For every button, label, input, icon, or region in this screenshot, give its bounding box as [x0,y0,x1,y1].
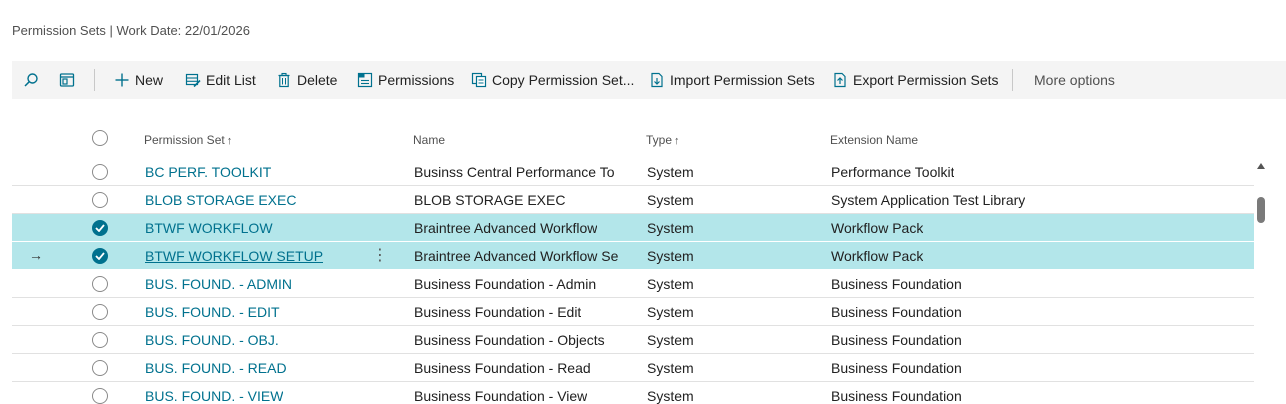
row-menu-icon[interactable]: ⋮ [372,245,388,265]
name-cell: Business Foundation - Admin [414,276,597,292]
type-cell: System [647,304,694,320]
column-header-extension-name[interactable]: Extension Name [830,133,918,147]
name-cell: Businss Central Performance To [414,164,615,180]
column-header-name[interactable]: Name [413,133,445,147]
row-select-checkbox[interactable] [92,304,108,320]
extension-name-cell: Business Foundation [831,360,962,376]
type-cell: System [647,248,694,264]
table-row[interactable]: BLOB STORAGE EXEC BLOB STORAGE EXEC System… [12,186,1254,214]
row-select-checkbox[interactable] [92,192,108,208]
extension-name-cell: Workflow Pack [831,248,924,264]
row-select-checkbox[interactable] [92,220,108,236]
name-cell: Business Foundation - View [414,388,588,404]
sort-ascending-icon: ↑ [226,135,233,147]
new-button[interactable]: New [114,61,163,99]
list-view-icon[interactable] [58,71,76,89]
type-cell: System [647,192,694,208]
row-select-checkbox[interactable] [92,332,108,348]
permissions-label: Permissions [378,72,455,88]
permission-set-cell[interactable]: BLOB STORAGE EXEC [145,192,296,208]
permissions-button[interactable]: Permissions [357,61,454,99]
edit-list-button[interactable]: Edit List [185,61,256,99]
import-icon [651,72,663,88]
extension-name-cell: Business Foundation [831,332,962,348]
extension-name-cell: Performance Toolkit [831,164,955,180]
permission-set-cell[interactable]: BUS. FOUND. - OBJ. [145,332,279,348]
import-permission-sets-button[interactable]: Import Permission Sets [649,61,815,99]
row-select-checkbox[interactable] [92,248,108,264]
scroll-up-arrow-icon[interactable] [1256,161,1266,171]
scrollbar-thumb[interactable] [1257,197,1265,223]
sort-ascending-icon: ↑ [674,135,680,147]
row-select-checkbox[interactable] [92,276,108,292]
name-cell: BLOB STORAGE EXEC [414,192,566,208]
grid-header: Permission Set ↑ Name Type ↑ Extension Nam… [12,124,1254,156]
extension-name-cell: Workflow Pack [831,220,924,236]
permission-set-cell[interactable]: BTWF WORKFLOW SETUP [145,248,323,264]
copy-permission-set-button[interactable]: Copy Permission Set... [471,61,634,99]
permission-set-cell[interactable]: BUS. FOUND. - EDIT [145,304,280,320]
row-select-checkbox[interactable] [92,164,108,180]
select-all-checkbox[interactable] [92,130,108,146]
more-options-button[interactable]: More options [1034,61,1115,99]
copy-icon [471,72,487,88]
table-row[interactable]: → BTWF WORKFLOW SETUP Braintree Advanced W… [12,242,1254,270]
table-row[interactable]: BUS. FOUND. - VIEW Business Foundation - … [12,382,1254,404]
table-row[interactable]: BUS. FOUND. - READ Business Foundation - … [12,354,1254,382]
copy-permission-set-label: Copy Permission Set... [492,72,635,88]
table-row[interactable]: BUS. FOUND. - OBJ. Business Foundation - … [12,326,1254,354]
export-icon [834,72,846,88]
edit-list-label: Edit List [206,72,256,88]
trash-icon [278,72,290,88]
delete-button[interactable]: Delete [276,61,337,99]
export-permission-sets-label: Export Permission Sets [853,72,999,88]
type-cell: System [647,360,694,376]
edit-list-icon [185,73,201,88]
table-row[interactable]: BC PERF. TOOLKIT Businss Central Performa… [12,158,1254,186]
extension-name-cell: Business Foundation [831,276,962,292]
name-cell: Braintree Advanced Workflow Se [414,248,619,264]
permission-set-cell[interactable]: BUS. FOUND. - ADMIN [145,276,292,292]
name-cell: Business Foundation - Read [414,360,591,376]
action-bar: New Edit List Delete Permissions Copy Pe… [12,61,1286,99]
type-cell: System [647,220,694,236]
extension-name-cell: Business Foundation [831,304,962,320]
import-permission-sets-label: Import Permission Sets [670,72,815,88]
permission-set-cell[interactable]: BUS. FOUND. - VIEW [145,388,283,404]
toolbar-separator [1012,69,1013,91]
search-icon[interactable] [22,71,40,89]
permission-set-cell[interactable]: BUS. FOUND. - READ [145,360,287,376]
row-select-checkbox[interactable] [92,388,108,404]
type-cell: System [647,164,694,180]
type-cell: System [647,332,694,348]
row-select-checkbox[interactable] [92,360,108,376]
plus-icon [115,73,129,87]
type-cell: System [647,276,694,292]
table-row[interactable]: BUS. FOUND. - EDIT Business Foundation - … [12,298,1254,326]
name-cell: Business Foundation - Objects [414,332,605,348]
name-cell: Braintree Advanced Workflow [414,220,598,236]
table-row[interactable]: BUS. FOUND. - ADMIN Business Foundation -… [12,270,1254,298]
table-row[interactable]: BTWF WORKFLOW Braintree Advanced Workflow… [12,214,1254,242]
extension-name-cell: System Application Test Library [831,192,1026,208]
permission-set-cell[interactable]: BC PERF. TOOLKIT [145,164,271,180]
extension-name-cell: Business Foundation [831,388,962,404]
permission-set-cell[interactable]: BTWF WORKFLOW [145,220,273,236]
toolbar-separator [94,69,95,91]
delete-label: Delete [297,72,338,88]
name-cell: Business Foundation - Edit [414,304,582,320]
type-cell: System [647,388,694,404]
page-title: Permission Sets | Work Date: 22/01/2026 [12,23,250,38]
export-permission-sets-button[interactable]: Export Permission Sets [832,61,999,99]
column-header-type[interactable]: Type ↑ [646,133,680,147]
current-row-arrow-icon: → [29,247,43,263]
permissions-icon [357,72,373,88]
new-button-label: New [135,72,164,88]
column-header-permission-set[interactable]: Permission Set ↑ [144,133,232,147]
